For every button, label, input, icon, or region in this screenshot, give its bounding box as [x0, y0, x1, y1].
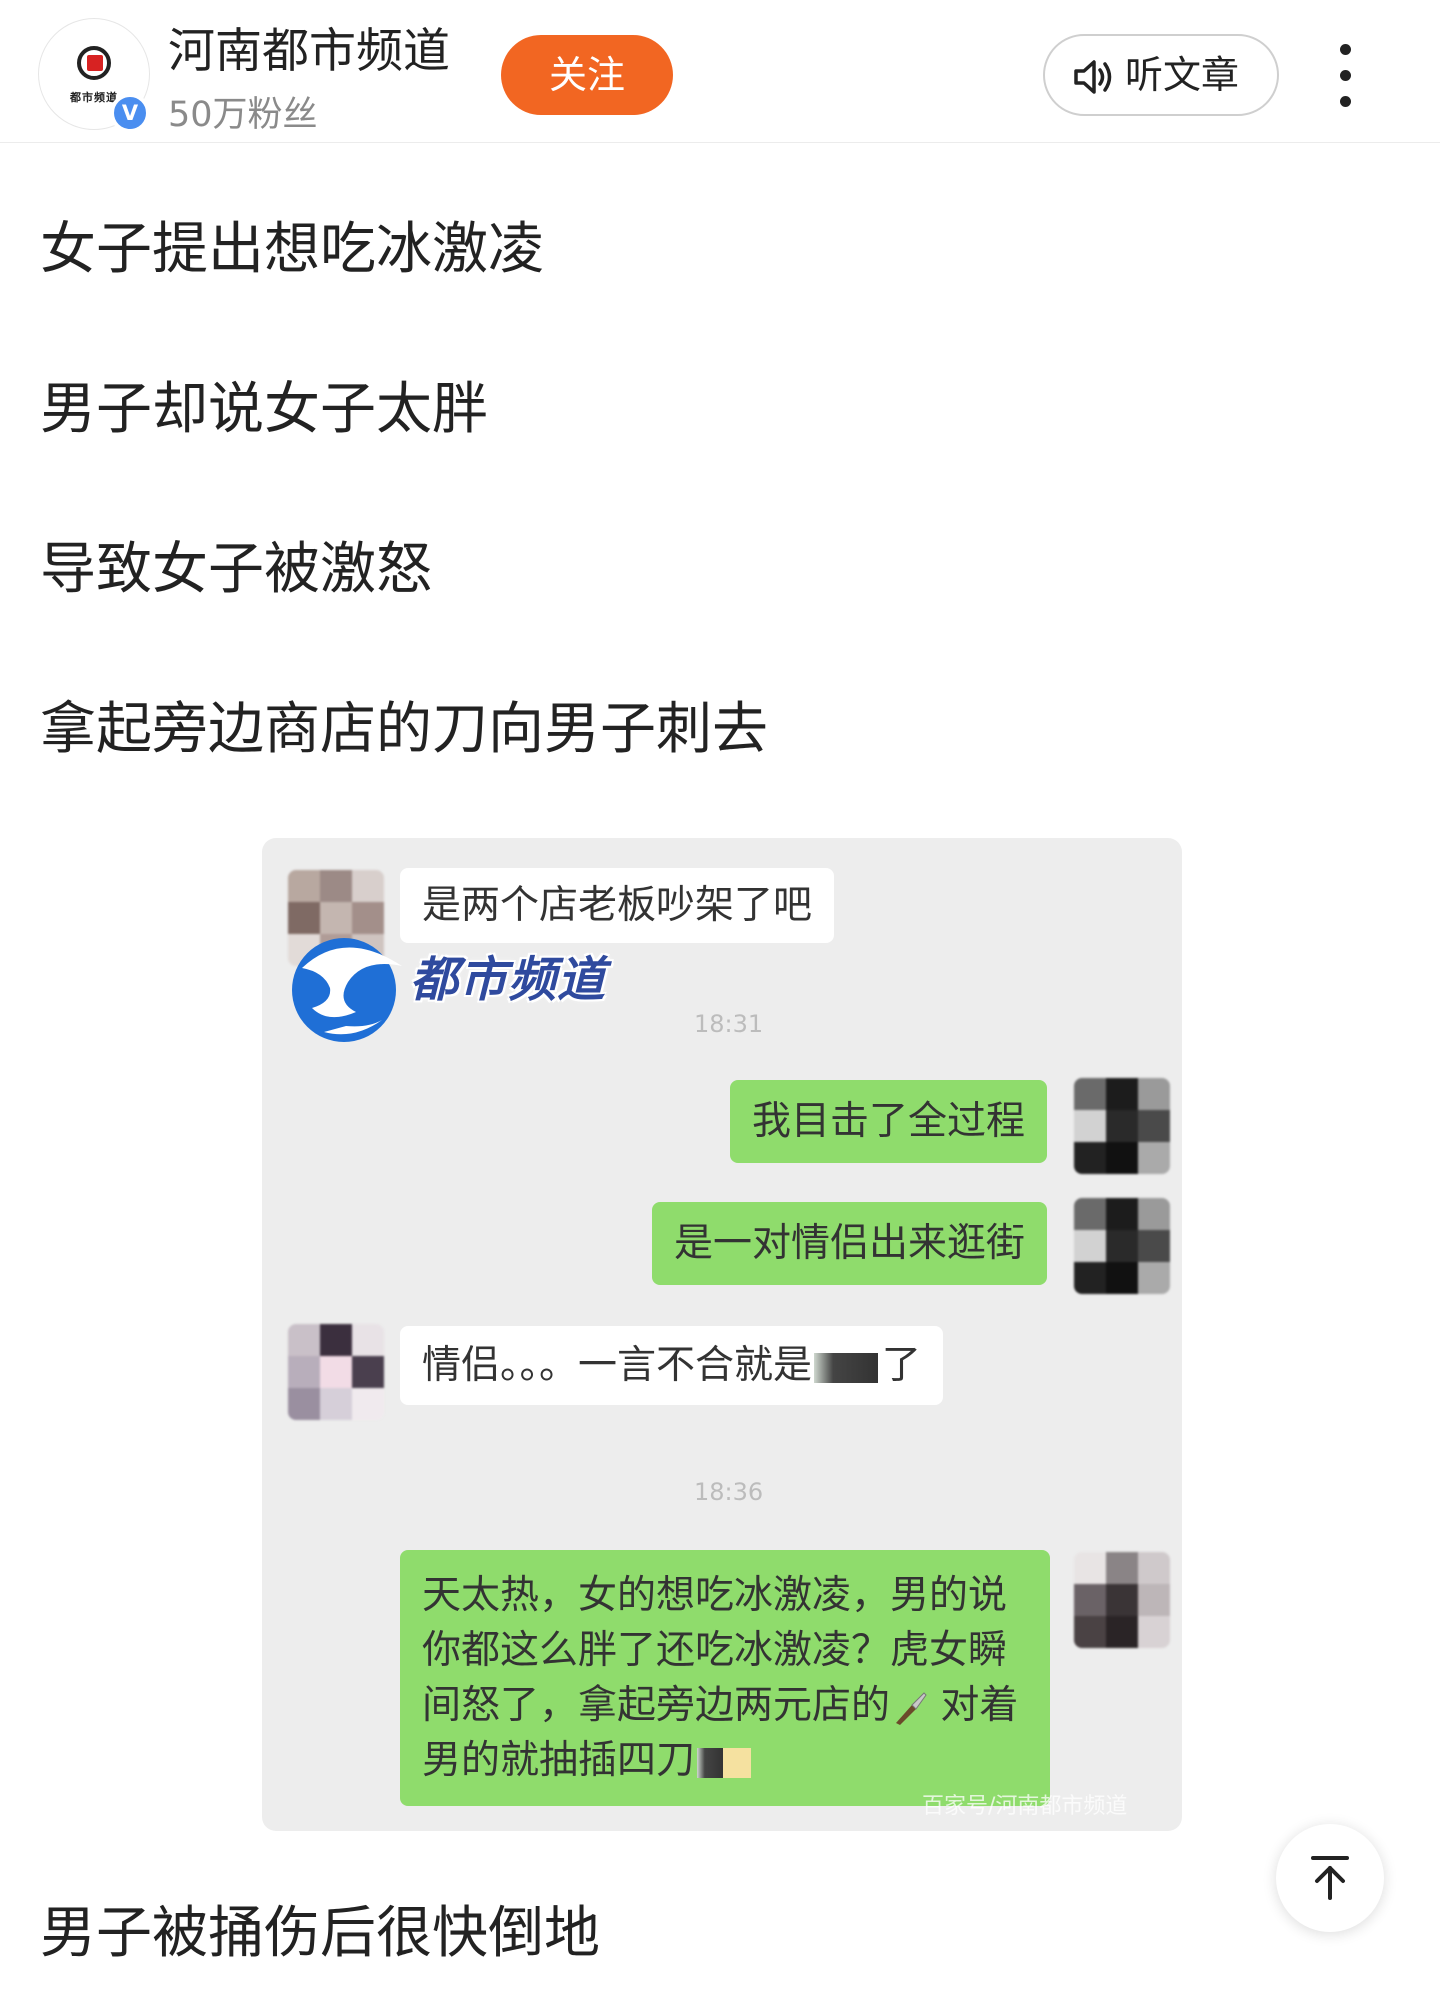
- blurred-avatar: [1074, 1198, 1170, 1294]
- listen-article-label: 听文章: [1125, 53, 1240, 97]
- censor-bar: [697, 1747, 724, 1778]
- censor-bar: [723, 1747, 752, 1778]
- chat-bubble: 天太热，女的想吃冰激凌，男的说 你都这么胖了还吃冰激凌？虎女瞬 间怒了，拿起旁边…: [400, 1550, 1050, 1806]
- chat-bubble-line: 男的就抽插四刀: [422, 1738, 696, 1783]
- chat-timestamp: 18:31: [694, 1010, 764, 1038]
- chat-screenshot-image[interactable]: 是两个店老板吵架了吧 都市频道 18:31 我目击了全过程 是一对情侣出来逛街 …: [262, 838, 1182, 1831]
- knife-emoji-icon: [896, 1691, 927, 1725]
- chat-bubble: 情侣。。。一言不合就是 了: [400, 1326, 943, 1405]
- blurred-avatar: [288, 1324, 384, 1420]
- chat-bubble-text: 情侣。。。一言不合就是: [422, 1343, 813, 1388]
- chat-bubble: 是两个店老板吵架了吧: [400, 868, 835, 943]
- article-paragraph: 女子提出想吃冰激凌: [40, 217, 544, 282]
- article-paragraph: 导致女子被激怒: [40, 537, 432, 602]
- tv-station-logo-icon: [292, 938, 402, 1042]
- blurred-avatar: [1074, 1078, 1170, 1174]
- censor-bar: [814, 1352, 879, 1383]
- article-header: 都市频道 V 河南都市频道 50万粉丝 关注 听文章: [0, 0, 1440, 143]
- verified-icon: V: [110, 93, 150, 133]
- source-watermark: 百家号/河南都市频道: [922, 1794, 1128, 1819]
- article-paragraph: 男子被捅伤后很快倒地: [40, 1901, 600, 1966]
- article-paragraph: 男子却说女子太胖: [40, 377, 488, 442]
- fans-count: 50万粉丝: [168, 95, 318, 135]
- chat-bubble-line: 天太热，女的想吃冰激凌，男的说: [422, 1573, 1008, 1618]
- more-vertical-icon[interactable]: [1320, 36, 1370, 116]
- chat-bubble-line: 间怒了，拿起旁边两元店的: [422, 1683, 891, 1728]
- chat-bubble: 我目击了全过程: [730, 1080, 1048, 1163]
- watermark-text: 都市频道: [410, 952, 607, 1008]
- chat-bubble: 是一对情侣出来逛街: [652, 1202, 1048, 1285]
- channel-name[interactable]: 河南都市频道: [168, 12, 450, 81]
- chat-timestamp: 18:36: [694, 1478, 764, 1506]
- chat-bubble-text: 了: [881, 1343, 921, 1388]
- arrow-up-icon: [1311, 1856, 1349, 1900]
- channel-logo-icon: [77, 46, 111, 80]
- chat-bubble-line: 你都这么胖了还吃冰激凌？虎女瞬: [422, 1628, 1008, 1673]
- follow-button[interactable]: 关注: [501, 35, 673, 115]
- back-to-top-button[interactable]: [1276, 1824, 1384, 1932]
- blurred-avatar: [1074, 1552, 1170, 1648]
- speaker-icon: [1074, 60, 1112, 94]
- article-paragraph: 拿起旁边商店的刀向男子刺去: [40, 697, 768, 762]
- chat-bubble-text: 对着: [940, 1683, 1019, 1728]
- listen-article-button[interactable]: 听文章: [1043, 34, 1279, 116]
